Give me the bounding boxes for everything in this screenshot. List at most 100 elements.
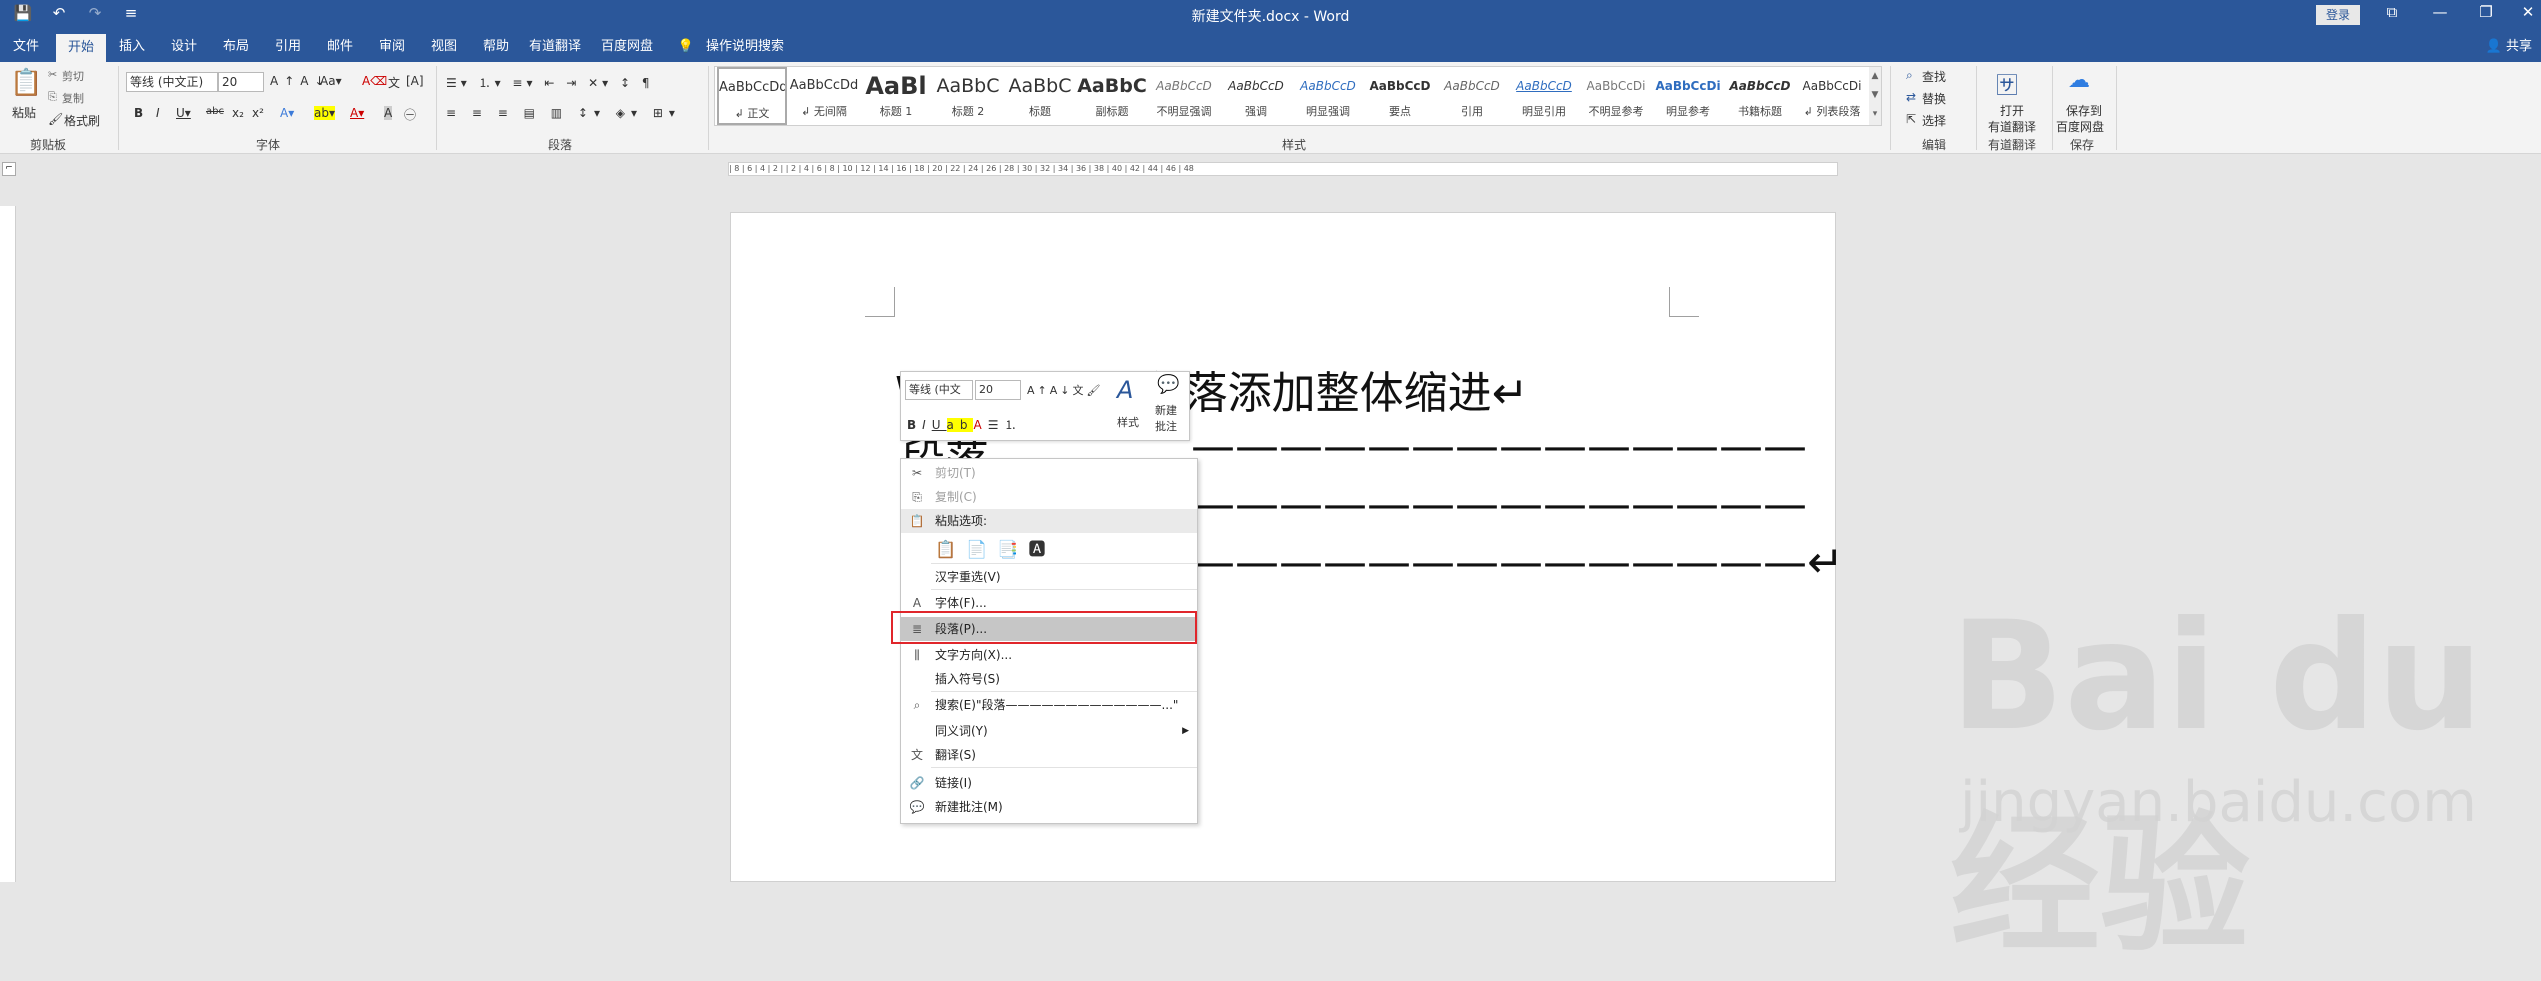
tell-me-search[interactable]: 操作说明搜索 [700, 32, 790, 62]
tab-help[interactable]: 帮助 [474, 32, 518, 62]
highlight-icon[interactable]: ab▾ [314, 106, 335, 120]
tab-view[interactable]: 视图 [422, 32, 466, 62]
char-shading-icon[interactable]: A [384, 106, 393, 120]
style-normal[interactable]: AaBbCcDd ↲ 正文 [717, 67, 787, 125]
translate-icon[interactable]: 🈂 [1996, 68, 2018, 100]
style-book-title[interactable]: AaBbCcD 书籍标题 [1725, 67, 1795, 125]
dash-line[interactable]: —————————————— [1191, 479, 1807, 530]
menu-item-new-comment[interactable]: 💬 新建批注(M) [901, 795, 1197, 819]
align-buttons[interactable]: ≡ ≡ ≡ ▤ ▥ ↕▾ ◈▾ ⊞▾ [446, 106, 681, 120]
save-baidu-line1[interactable]: 保存到 [2066, 102, 2102, 119]
subscript-icon[interactable]: x₂ [232, 106, 244, 120]
style-heading-1[interactable]: AaBl 标题 1 [861, 67, 931, 125]
format-painter-button[interactable]: 格式刷 [64, 112, 100, 129]
tab-baidu-netdisk[interactable]: 百度网盘 [594, 32, 660, 62]
char-border-icon[interactable]: [A] [406, 74, 424, 88]
tab-design[interactable]: 设计 [162, 32, 206, 62]
tab-layout[interactable]: 布局 [214, 32, 258, 62]
menu-item-insert-symbol[interactable]: 插入符号(S) [901, 667, 1197, 691]
italic-icon[interactable]: I [156, 106, 160, 120]
style-intense-quote[interactable]: AaBbCcD 明显引用 [1509, 67, 1579, 125]
style-intense-emphasis[interactable]: AaBbCcD 明显强调 [1293, 67, 1363, 125]
dash-line[interactable]: —————————————— [1191, 421, 1807, 472]
vertical-ruler[interactable] [0, 206, 16, 882]
style-subtitle[interactable]: AaBbC 副标题 [1077, 67, 1147, 125]
tab-mailings[interactable]: 邮件 [318, 32, 362, 62]
document-page[interactable]: WORD 中给段落添加整体缩进↵ 段落 —————————————— —————… [730, 212, 1844, 882]
mini-font-tools[interactable]: A↑A↓文🖌 [1027, 382, 1103, 398]
mini-styles-button[interactable]: 样式 [1117, 414, 1139, 430]
menu-item-synonyms[interactable]: 同义词(Y) ▶ [901, 719, 1197, 743]
tab-home[interactable]: 开始 [56, 34, 106, 62]
tab-insert[interactable]: 插入 [110, 32, 154, 62]
mini-new-comment-line1[interactable]: 新建 [1155, 402, 1177, 418]
save-baidu-line2[interactable]: 百度网盘 [2056, 118, 2104, 135]
styles-scroll[interactable]: ▲ ▼ ▾ [1869, 67, 1881, 125]
open-youdao-line1[interactable]: 打开 [2000, 102, 2024, 119]
menu-item-link[interactable]: 🔗 链接(I) [901, 771, 1197, 795]
ribbon-display-icon[interactable]: ⧉ [2372, 3, 2412, 21]
font-name-dropdown[interactable]: 等线 (中文正) [126, 72, 218, 92]
style-heading-2[interactable]: AaBbC 标题 2 [933, 67, 1003, 125]
separator [931, 767, 1197, 768]
menu-item-translate[interactable]: 文翻译(S) [901, 743, 1197, 767]
find-button[interactable]: 查找 [1922, 68, 1946, 85]
mini-new-comment-line2[interactable]: 批注 [1155, 418, 1177, 434]
person-icon: 👤 [2485, 39, 2503, 54]
menu-item-reconvert[interactable]: 汉字重选(V) [901, 565, 1197, 589]
phonetic-guide-icon[interactable]: 文 [388, 74, 400, 91]
cloud-icon[interactable]: ☁ [2068, 68, 2090, 93]
scissors-icon: ✂ [48, 68, 58, 81]
strikethrough-icon[interactable]: abc [206, 106, 224, 117]
close-icon[interactable]: ✕ [2508, 3, 2541, 21]
font-size-dropdown[interactable]: 20 [218, 72, 264, 92]
font-color-icon[interactable]: A▾ [350, 106, 364, 120]
horizontal-ruler[interactable]: | 8 | 6 | 4 | 2 | | 2 | 4 | 6 | 8 | 10 |… [728, 162, 1838, 176]
style-no-spacing[interactable]: AaBbCcDd ↲ 无间隔 [789, 67, 859, 125]
menu-item-text-direction[interactable]: ⫼ 文字方向(X)... [901, 643, 1197, 667]
tab-references[interactable]: 引用 [266, 32, 310, 62]
select-button[interactable]: 选择 [1922, 112, 1946, 129]
comment-icon[interactable]: 💬 [1157, 374, 1179, 395]
style-subtle-emphasis[interactable]: AaBbCcD 不明显强调 [1149, 67, 1219, 125]
change-case-icon[interactable]: Aa▾ [320, 74, 342, 88]
enclose-char-icon[interactable]: ㊀ [404, 106, 416, 123]
menu-item-cut[interactable]: ✂ 剪切(T) [901, 461, 1197, 485]
tab-file[interactable]: 文件 [6, 32, 46, 62]
mini-format-tools[interactable]: BIUabA☰⒈ [907, 416, 1022, 433]
restore-icon[interactable]: ❐ [2466, 3, 2506, 21]
style-strong[interactable]: AaBbCcD 要点 [1365, 67, 1435, 125]
replace-button[interactable]: 替换 [1922, 90, 1946, 107]
menu-item-search[interactable]: ⌕ 搜索(E)"段落—————————————..." [901, 693, 1197, 717]
style-subtle-reference[interactable]: AaBbCcDi 不明显参考 [1581, 67, 1651, 125]
style-intense-reference[interactable]: AaBbCcDi 明显参考 [1653, 67, 1723, 125]
open-youdao-line2[interactable]: 有道翻译 [1988, 118, 2036, 135]
mini-font-dropdown[interactable]: 等线 (中文 [905, 380, 973, 400]
copy-button[interactable]: 复制 [62, 90, 84, 106]
mini-size-dropdown[interactable]: 20 [975, 380, 1021, 400]
text-effects-icon[interactable]: A▾ [280, 106, 294, 120]
underline-icon[interactable]: U▾ [176, 106, 191, 120]
cut-button[interactable]: 剪切 [62, 68, 84, 84]
copy-icon: ⎘ [48, 90, 57, 103]
paste-option-icons[interactable]: 📋📄📑🅰 [935, 535, 1056, 560]
dash-line[interactable]: ——————————————↵ [1191, 537, 1844, 588]
style-quote[interactable]: AaBbCcD 引用 [1437, 67, 1507, 125]
style-list-paragraph[interactable]: AaBbCcDi ↲ 列表段落 [1797, 67, 1867, 125]
login-button[interactable]: 登录 [2316, 5, 2360, 25]
tab-selector[interactable]: ⌐ [2, 162, 16, 176]
menu-item-copy[interactable]: ⎘ 复制(C) [901, 485, 1197, 509]
style-title[interactable]: AaBbC 标题 [1005, 67, 1075, 125]
superscript-icon[interactable]: x² [252, 106, 264, 120]
style-emphasis[interactable]: AaBbCcD 强调 [1221, 67, 1291, 125]
minimize-icon[interactable]: — [2420, 3, 2460, 21]
bold-icon[interactable]: B [134, 106, 143, 120]
tab-youdao[interactable]: 有道翻译 [522, 32, 588, 62]
tab-review[interactable]: 审阅 [370, 32, 414, 62]
paste-button[interactable]: 粘贴 [12, 104, 36, 121]
styles-icon[interactable]: A [1117, 376, 1133, 404]
list-buttons[interactable]: ☰▾ ⒈▾ ≡▾ ⇤ ⇥ ✕▾ ↕ ¶ [446, 74, 653, 91]
clear-format-icon[interactable]: A⌫ [362, 74, 387, 88]
clipboard-icon[interactable]: 📋 [10, 68, 42, 108]
share-button[interactable]: 共享 [2504, 32, 2534, 62]
